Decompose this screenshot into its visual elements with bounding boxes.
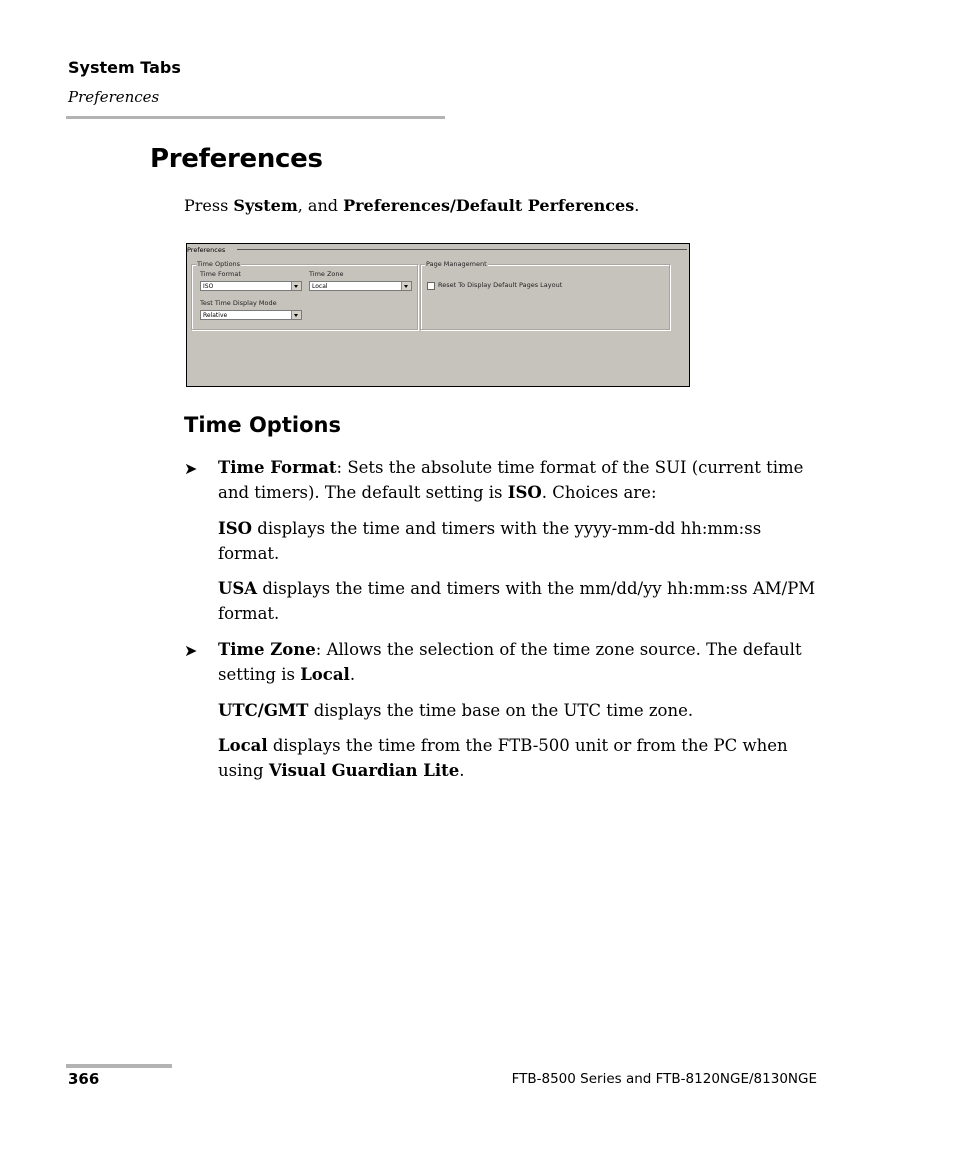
time-format-label: Time Format (200, 270, 241, 278)
intro-suffix: . (634, 196, 640, 215)
time-zone-value: Local (312, 283, 328, 290)
running-header-section: System Tabs (68, 58, 181, 77)
choice-term: Local (218, 736, 268, 755)
page-management-group: Page Management Reset To Display Default… (420, 260, 670, 330)
time-zone-description: Time Zone: Allows the selection of the t… (218, 637, 828, 687)
chevron-down-icon[interactable] (291, 311, 301, 319)
preferences-panel-screenshot: Preferences Time Options Time Format ISO… (186, 243, 690, 387)
default-value: ISO (507, 483, 542, 502)
time-zone-label: Time Zone (309, 270, 344, 278)
panel-title: Preferences (187, 246, 228, 254)
text: . Choices are: (541, 483, 657, 502)
panel-title-rule (237, 249, 687, 250)
choice-usa: USA displays the time and timers with th… (218, 576, 828, 626)
bullet-arrow-icon: ➤ (184, 459, 198, 478)
text: displays the time and timers with the yy… (252, 519, 762, 538)
text: and timers). The default setting is (218, 483, 508, 502)
reset-layout-label: Reset To Display Default Pages Layout (438, 281, 563, 289)
choice-iso: ISO displays the time and timers with th… (218, 516, 828, 566)
page-number: 366 (68, 1070, 100, 1088)
text: format. (218, 544, 280, 563)
text: displays the time and timers with the mm… (257, 579, 816, 598)
running-header-subsection: Preferences (68, 88, 160, 106)
text: format. (218, 604, 280, 623)
text: using (218, 761, 269, 780)
term-time-zone: Time Zone (218, 640, 316, 659)
time-format-description: Time Format: Sets the absolute time form… (218, 455, 828, 505)
choice-local: Local displays the time from the FTB-500… (218, 733, 828, 783)
header-divider (66, 116, 445, 119)
chevron-down-icon[interactable] (401, 282, 411, 290)
choice-utc-gmt: UTC/GMT displays the time base on the UT… (218, 698, 828, 723)
time-options-group: Time Options Time Format ISO Time Zone L… (191, 260, 418, 330)
display-mode-label: Test Time Display Mode (200, 299, 277, 307)
text: displays the time from the FTB-500 unit … (267, 736, 788, 755)
text: : Sets the absolute time format of the S… (336, 458, 804, 477)
product-name: Visual Guardian Lite (268, 761, 460, 780)
page-title: Preferences (150, 144, 323, 174)
text: . (349, 665, 356, 684)
chevron-down-icon[interactable] (291, 282, 301, 290)
intro-bold-system: System (233, 196, 298, 215)
section-heading: Time Options (184, 413, 341, 437)
intro-bold-path: Preferences/Default Perferences (343, 196, 635, 215)
choice-term: ISO (218, 519, 253, 538)
choice-term: UTC/GMT (218, 701, 309, 720)
time-format-value: ISO (203, 283, 214, 290)
footer-divider (66, 1064, 172, 1068)
text: : Allows the selection of the time zone … (315, 640, 802, 659)
display-mode-select[interactable]: Relative (200, 310, 302, 320)
choice-term: USA (218, 579, 258, 598)
text: displays the time base on the UTC time z… (308, 701, 694, 720)
time-zone-select[interactable]: Local (309, 281, 412, 291)
text: setting is (218, 665, 301, 684)
time-format-select[interactable]: ISO (200, 281, 302, 291)
page-management-group-label: Page Management (425, 260, 488, 268)
display-mode-value: Relative (203, 312, 228, 319)
bullet-arrow-icon: ➤ (184, 641, 198, 660)
time-options-group-label: Time Options (196, 260, 242, 268)
footer-product: FTB-8500 Series and FTB-8120NGE/8130NGE (511, 1071, 817, 1087)
text: . (459, 761, 465, 780)
default-value: Local (300, 665, 350, 684)
intro-middle: , and (297, 196, 344, 215)
intro-paragraph: Press System, and Preferences/Default Pe… (184, 196, 639, 215)
reset-layout-checkbox[interactable] (427, 282, 435, 290)
intro-prefix: Press (184, 196, 234, 215)
term-time-format: Time Format (218, 458, 337, 477)
